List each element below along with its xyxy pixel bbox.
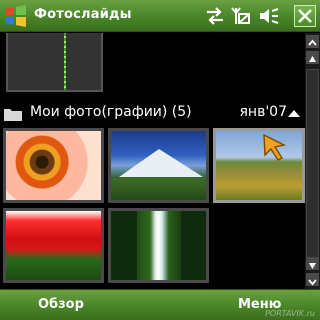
photo-browser: Мои фото(графии) (5) янв'07	[0, 33, 305, 289]
chevron-up-icon	[308, 39, 317, 46]
sync-arrows-icon[interactable]	[204, 6, 226, 30]
folder-icon	[4, 106, 22, 121]
antenna-off-icon[interactable]	[230, 6, 252, 30]
scroll-thumb[interactable]	[306, 69, 319, 264]
progress-line	[64, 33, 66, 90]
album-group-header[interactable]: Мои фото(графии) (5) янв'07	[0, 100, 305, 126]
album-date: янв'07	[239, 104, 288, 120]
waterfall-photo	[111, 211, 206, 280]
page-down-button[interactable]	[306, 257, 319, 270]
album-title: Мои фото(графии) (5)	[30, 104, 192, 120]
browse-softkey[interactable]: Обзор	[38, 297, 84, 312]
photo-thumbnail-meadow[interactable]	[213, 128, 305, 203]
close-button[interactable]	[294, 5, 316, 27]
arrow-up-icon	[309, 56, 316, 62]
watermark: PORTAVIK.ru	[265, 309, 315, 318]
photo-thumbnail-waterfall[interactable]	[108, 208, 209, 283]
mountain-photo	[111, 131, 206, 200]
vertical-scrollbar[interactable]	[305, 33, 320, 289]
previous-photo-tile[interactable]	[6, 33, 103, 92]
windows-start-icon[interactable]	[3, 4, 28, 28]
photo-thumbnail-flower[interactable]	[3, 128, 104, 203]
chevron-down-icon	[308, 279, 317, 286]
meadow-photo	[216, 131, 302, 200]
tulips-photo	[6, 211, 101, 280]
photo-thumbnail-tulips[interactable]	[3, 208, 104, 283]
scroll-down-button[interactable]	[306, 273, 319, 286]
scroll-up-button[interactable]	[306, 35, 319, 48]
photo-thumbnail-mountain[interactable]	[108, 128, 209, 203]
flower-photo	[6, 131, 101, 200]
close-icon	[298, 9, 312, 23]
collapse-arrow-icon[interactable]	[288, 110, 300, 117]
softkey-bar: Обзор Меню PORTAVIK.ru	[0, 289, 320, 320]
app-title: Фотослайды	[34, 7, 132, 22]
arrow-down-icon	[309, 263, 316, 269]
speaker-muted-icon[interactable]	[258, 6, 280, 30]
title-bar: Фотослайды	[0, 0, 320, 32]
stylus-pointer-icon	[262, 133, 288, 165]
page-up-button[interactable]	[306, 51, 319, 64]
